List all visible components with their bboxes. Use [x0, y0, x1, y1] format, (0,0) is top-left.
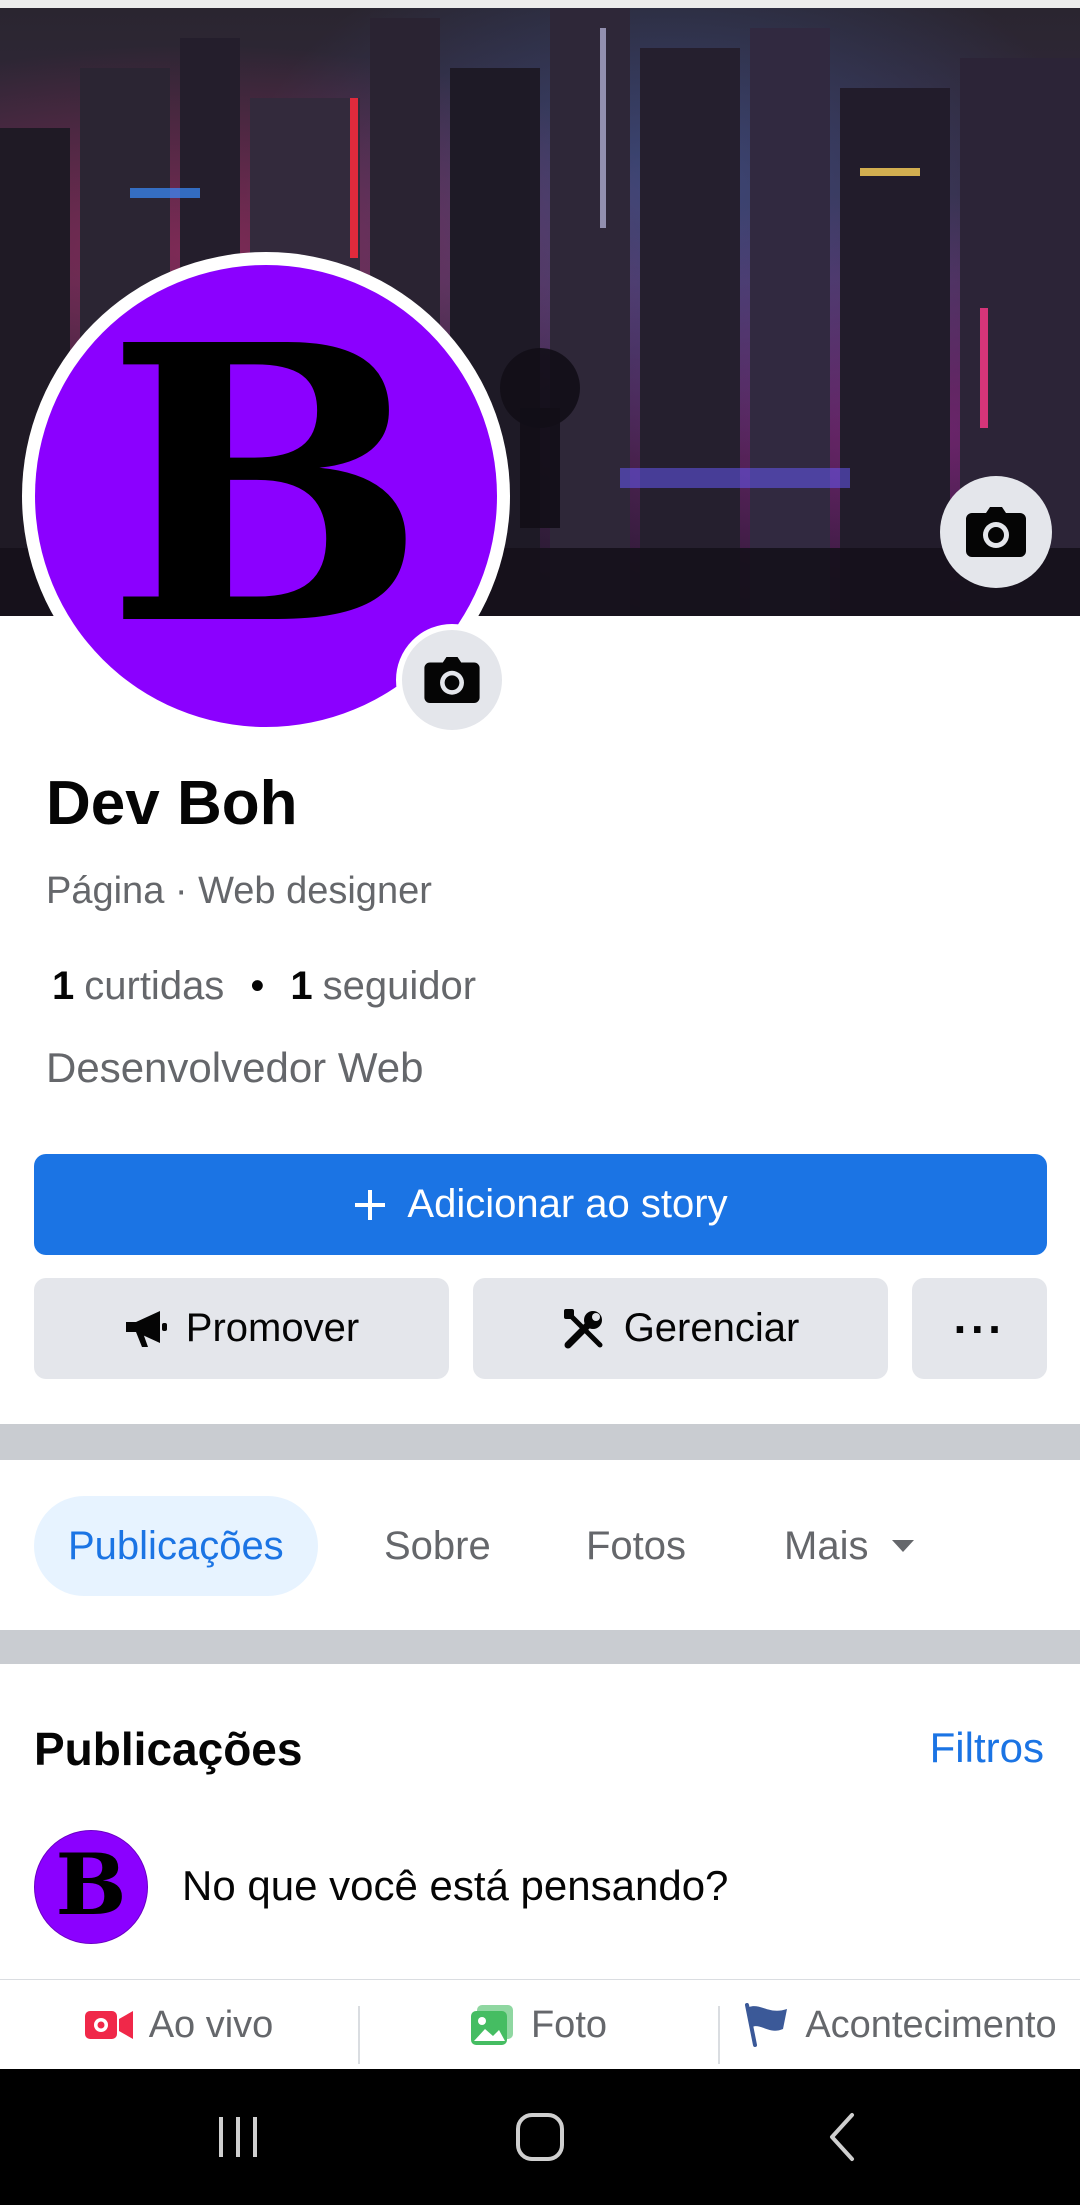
- photo-button[interactable]: Foto: [360, 1980, 718, 2070]
- likes-count: 1: [52, 964, 75, 1008]
- manage-label: Gerenciar: [623, 1306, 800, 1350]
- live-label: Ao vivo: [148, 2003, 274, 2046]
- followers-label: seguidor: [322, 964, 477, 1008]
- home-icon[interactable]: [510, 2107, 570, 2167]
- system-navigation-bar: [0, 2069, 1080, 2205]
- megaphone-icon: [125, 1310, 167, 1347]
- page-category: Página · Web designer: [46, 870, 432, 912]
- post-actions-bar: Ao vivo Foto Acontecimento: [0, 1979, 1080, 2069]
- composer-avatar[interactable]: B: [34, 1830, 148, 1944]
- plus-icon: [355, 1189, 386, 1220]
- tab-more-label: Mais: [784, 1523, 869, 1568]
- stats-separator: •: [250, 964, 265, 1008]
- tools-icon: [563, 1308, 603, 1348]
- add-to-story-button[interactable]: Adicionar ao story: [34, 1154, 1047, 1255]
- promote-button[interactable]: Promover: [34, 1278, 449, 1379]
- facebook-page-profile: B Dev Boh Página · Web designer 1 curtid…: [0, 0, 1080, 2205]
- page-name: Dev Boh: [46, 769, 298, 838]
- profile-tabs: Publicações Sobre Fotos Mais: [0, 1460, 1080, 1630]
- tab-posts[interactable]: Publicações: [34, 1496, 318, 1596]
- edit-avatar-camera-button[interactable]: [396, 624, 508, 736]
- video-camera-icon: [84, 2011, 133, 2039]
- page-bio: Desenvolvedor Web: [46, 1044, 424, 1091]
- add-to-story-label: Adicionar ao story: [407, 1182, 728, 1226]
- tab-about[interactable]: Sobre: [384, 1496, 491, 1596]
- caret-down-icon: [892, 1540, 915, 1552]
- event-button[interactable]: Acontecimento: [720, 1980, 1080, 2070]
- posts-section-title: Publicações: [34, 1723, 303, 1775]
- filters-link[interactable]: Filtros: [930, 1724, 1044, 1772]
- event-label: Acontecimento: [805, 2003, 1057, 2046]
- promote-label: Promover: [185, 1306, 360, 1350]
- ellipsis-icon: ···: [953, 1302, 1006, 1355]
- section-divider: [0, 1630, 1080, 1664]
- photo-label: Foto: [530, 2003, 608, 2046]
- edit-cover-camera-button[interactable]: [940, 476, 1052, 588]
- page-stats[interactable]: 1 curtidas • 1 seguidor: [52, 964, 476, 1009]
- composer-input[interactable]: No que você está pensando?: [182, 1862, 728, 1910]
- back-icon[interactable]: [812, 2107, 872, 2167]
- status-bar-edge: [0, 0, 1080, 8]
- flag-icon: [745, 2003, 788, 2047]
- manage-button[interactable]: Gerenciar: [473, 1278, 888, 1379]
- tab-photos[interactable]: Fotos: [586, 1496, 686, 1596]
- followers-count: 1: [290, 964, 313, 1008]
- recent-apps-icon[interactable]: [208, 2107, 268, 2167]
- likes-label: curtidas: [84, 964, 225, 1008]
- live-video-button[interactable]: Ao vivo: [0, 1980, 358, 2070]
- section-divider: [0, 1424, 1080, 1460]
- more-options-button[interactable]: ···: [912, 1278, 1047, 1379]
- photo-icon: [470, 2005, 513, 2045]
- camera-icon: [966, 507, 1026, 557]
- camera-icon: [424, 657, 480, 703]
- tab-more[interactable]: Mais: [784, 1496, 916, 1596]
